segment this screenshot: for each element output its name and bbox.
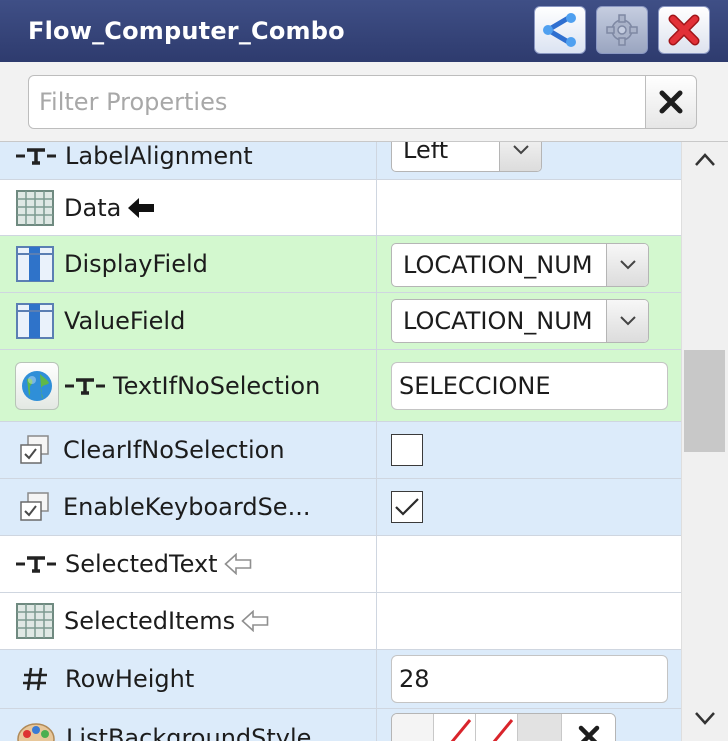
enable-keyboard-search-checkbox[interactable] [391,491,423,523]
checkbox-property-icon [18,490,52,524]
scroll-up-arrow-icon[interactable] [694,152,716,172]
check-icon [395,498,419,516]
property-label: SelectedText [65,550,218,578]
display-field-dropdown[interactable]: LOCATION_NUM [391,243,649,287]
property-label: Data [64,193,122,222]
property-row-text-if-no-selection[interactable]: TextIfNoSelection SELECCIONE [0,350,681,422]
output-arrow-icon [223,553,252,575]
window-title: Flow_Computer_Combo [28,17,345,45]
chevron-down-icon [606,244,648,286]
property-grid: LabelAlignment Left Data DisplayField LO… [0,142,681,741]
property-row-list-background-style[interactable]: ListBackgroundStyle [0,709,681,741]
property-label: EnableKeyboardSe... [63,493,311,521]
text-if-no-selection-input[interactable]: SELECCIONE [391,362,668,410]
globe-icon [22,370,52,401]
filter-clear-button[interactable] [645,75,697,129]
dropdown-value: Left [403,142,449,164]
clear-if-no-selection-checkbox[interactable] [391,434,423,466]
vertical-scrollbar[interactable] [681,142,728,741]
property-label: ValueField [64,307,186,335]
share-button[interactable] [534,6,586,54]
column-icon [16,246,54,282]
input-arrow-icon [127,197,155,219]
property-label: LabelAlignment [65,142,253,170]
value-field-dropdown[interactable]: LOCATION_NUM [391,299,649,343]
style-swatch[interactable] [476,714,518,741]
filter-properties-input[interactable] [28,75,646,129]
checkbox-property-icon [18,433,52,467]
share-icon [543,13,576,47]
gear-icon [606,14,638,46]
clear-style-button[interactable] [562,714,615,741]
property-row-label-alignment[interactable]: LabelAlignment Left [0,142,681,180]
property-label: DisplayField [64,250,208,278]
property-label: RowHeight [65,665,195,693]
close-icon [659,90,683,114]
list-background-style-editor[interactable] [391,713,616,741]
close-button[interactable] [658,6,710,54]
no-color-icon [492,719,514,741]
close-icon [578,725,599,741]
property-row-clear-if-no-selection[interactable]: ClearIfNoSelection [0,422,681,479]
title-bar: Flow_Computer_Combo [0,0,728,62]
property-label: ListBackgroundStyle [66,724,312,741]
close-icon [668,14,700,46]
settings-button[interactable] [596,6,648,54]
property-row-row-height[interactable]: RowHeight 28 [0,650,681,709]
style-swatch[interactable] [434,714,476,741]
output-arrow-icon [241,610,269,632]
label-alignment-dropdown[interactable]: Left [391,142,542,172]
text-property-icon [65,376,105,396]
property-row-selected-items[interactable]: SelectedItems [0,593,681,650]
row-height-input[interactable]: 28 [391,655,668,703]
globe-button[interactable] [15,361,59,410]
palette-icon [16,722,56,741]
dropdown-value: LOCATION_NUM [403,307,593,335]
property-label: ClearIfNoSelection [63,436,285,464]
number-icon [20,665,50,693]
style-swatch[interactable] [518,714,562,741]
chevron-down-icon [499,142,541,171]
text-property-icon [16,554,56,574]
style-swatch[interactable] [392,714,434,741]
filter-bar [0,62,728,142]
grid-table-icon [16,189,54,226]
text-property-icon [16,146,56,166]
property-label: SelectedItems [64,607,236,635]
property-row-display-field[interactable]: DisplayField LOCATION_NUM [0,236,681,293]
grid-table-icon [16,603,54,639]
property-label: TextIfNoSelection [113,371,321,400]
scrollbar-thumb[interactable] [684,350,725,452]
scroll-down-arrow-icon[interactable] [694,710,716,730]
dropdown-value: LOCATION_NUM [403,251,593,279]
property-row-selected-text[interactable]: SelectedText [0,536,681,593]
chevron-down-icon [606,300,648,342]
property-row-value-field[interactable]: ValueField LOCATION_NUM [0,293,681,350]
property-row-data[interactable]: Data [0,180,681,236]
no-color-icon [450,719,472,741]
column-icon [16,303,54,339]
property-row-enable-keyboard-search[interactable]: EnableKeyboardSe... [0,479,681,536]
